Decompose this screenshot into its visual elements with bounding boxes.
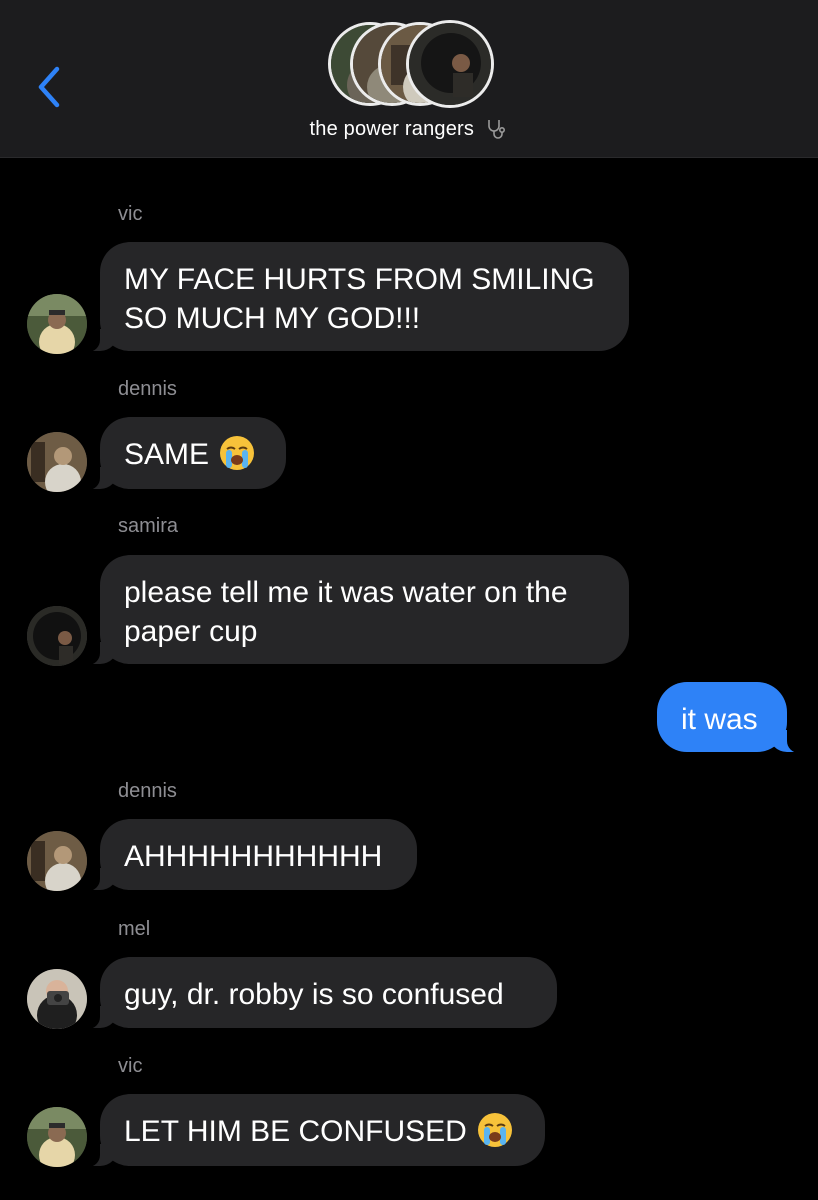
sender-name: samira [118, 515, 179, 537]
group-avatar-stack[interactable] [328, 20, 498, 110]
message-text: guy, dr. robby is so confused [124, 978, 504, 1011]
sender-name: mel [118, 918, 151, 940]
avatar[interactable] [27, 1107, 87, 1167]
message-text: AHHHHHHHHHHH [124, 840, 383, 873]
group-member-avatar [406, 20, 494, 108]
message-bubble[interactable]: SAME [78, 417, 286, 490]
message-text: please tell me it was water on the paper… [124, 576, 568, 648]
message-bubble[interactable]: please tell me it was water on the paper… [78, 555, 629, 665]
message-bubble-outgoing[interactable]: it was [657, 682, 809, 753]
message-text: MY FACE HURTS FROM SMILING SO MUCH MY GO… [124, 263, 595, 335]
conversation-header: the power rangers [0, 0, 818, 158]
message-bubble[interactable]: MY FACE HURTS FROM SMILING SO MUCH MY GO… [78, 242, 629, 352]
avatar[interactable] [27, 294, 87, 354]
avatar[interactable] [27, 831, 87, 891]
sender-name: vic [118, 203, 143, 225]
sender-name: dennis [118, 378, 177, 400]
back-button[interactable] [30, 62, 66, 112]
sender-name: vic [118, 1055, 143, 1077]
avatar[interactable] [27, 606, 87, 666]
group-title[interactable]: the power rangers [0, 117, 818, 141]
message-bubble[interactable]: AHHHHHHHHHHH [78, 819, 417, 891]
loudly-crying-face-icon [219, 435, 255, 481]
avatar[interactable] [27, 432, 87, 492]
sender-name: dennis [118, 780, 177, 802]
group-title-text: the power rangers [309, 118, 475, 140]
chevron-left-icon [38, 66, 60, 108]
message-text: SAME [124, 438, 210, 471]
message-text: LET HIM BE CONFUSED [124, 1115, 467, 1148]
avatar[interactable] [27, 969, 87, 1029]
loudly-crying-face-icon [477, 1112, 513, 1158]
message-bubble[interactable]: LET HIM BE CONFUSED [78, 1094, 545, 1167]
message-bubble[interactable]: guy, dr. robby is so confused [78, 957, 557, 1029]
message-text: it was [681, 703, 758, 736]
stethoscope-icon [480, 120, 508, 141]
